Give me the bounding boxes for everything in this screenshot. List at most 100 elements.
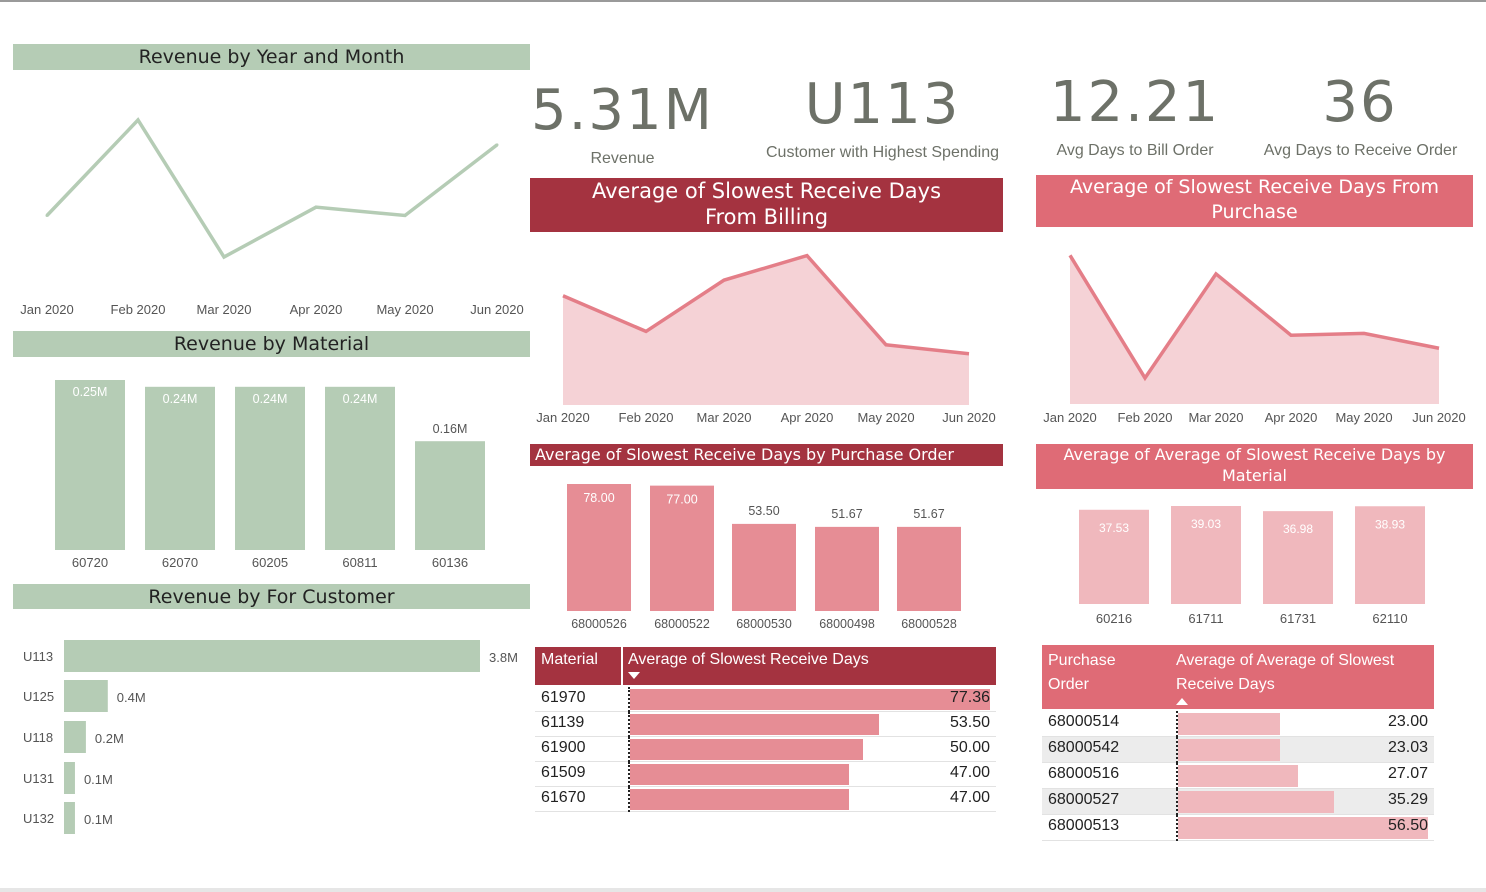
revenue-by-month-chart[interactable]: Jan 2020 Feb 2020 Mar 2020 Apr 2020 May 2020… <box>0 72 540 322</box>
material-revenue-bar <box>235 386 305 550</box>
row-key-cell: 68000514 <box>1048 713 1120 730</box>
area-fill <box>563 255 969 405</box>
x-tick-label: 60136 <box>432 555 468 570</box>
row-key-cell: 61970 <box>541 689 586 706</box>
bar-value-label: 0.1M <box>84 772 113 787</box>
revenue-by-month-title: Revenue by Year and Month <box>13 44 530 70</box>
material-revenue-bar <box>55 380 125 550</box>
x-tick-label: May 2020 <box>857 410 914 425</box>
revenue-point <box>45 213 49 217</box>
bar-value-label: 77.00 <box>666 493 697 507</box>
x-tick-label: Feb 2020 <box>619 410 674 425</box>
table-row[interactable]: 68000513 56.50 <box>1042 815 1434 841</box>
bar-value-label: 0.24M <box>253 392 288 406</box>
kpi-days-to-receive-value: 36 <box>1322 70 1398 135</box>
data-bar-axis <box>1176 711 1178 737</box>
x-tick-label: Jan 2020 <box>1043 410 1097 425</box>
x-tick-label: Apr 2020 <box>290 302 343 317</box>
data-bar <box>630 689 990 710</box>
purchase-order-table[interactable]: Purchase Order Average of Average of Slo… <box>1042 645 1434 845</box>
customer-revenue-bar <box>64 721 86 753</box>
row-value-cell: 47.00 <box>949 789 990 806</box>
kpi-days-to-bill-value: 12.21 <box>1049 70 1221 135</box>
table-row[interactable]: 68000527 35.29 <box>1042 789 1434 815</box>
table-row[interactable]: 61970 77.36 <box>535 687 996 712</box>
revenue-by-material-title: Revenue by Material <box>13 331 530 357</box>
data-bar <box>630 764 849 785</box>
row-value-cell: 47.00 <box>949 764 990 781</box>
revenue-by-customer-title: Revenue by For Customer <box>13 584 530 609</box>
bar-value-label: 51.67 <box>913 507 944 521</box>
table-row[interactable]: 61139 53.50 <box>535 712 996 737</box>
y-tick-label: U118 <box>23 730 53 745</box>
material-table[interactable]: Material Average of Slowest Receive Days… <box>535 647 997 817</box>
sort-desc-icon[interactable] <box>628 672 640 680</box>
slowest-by-po-chart[interactable]: 78.00 68000526 77.00 68000522 53.50 68000530 5… <box>525 470 1010 635</box>
bar-value-label: 78.00 <box>583 491 614 505</box>
slowest-from-billing-chart[interactable]: Jan 2020 Feb 2020 Mar 2020 Apr 2020 May 2020… <box>525 240 1010 435</box>
x-tick-label: 61711 <box>1188 611 1223 626</box>
table-row[interactable]: 68000516 27.07 <box>1042 763 1434 789</box>
row-key-cell: 61900 <box>541 739 586 756</box>
x-tick-label: 68000522 <box>654 617 710 631</box>
revenue-point <box>314 205 318 209</box>
row-key-cell: 68000542 <box>1048 739 1120 756</box>
x-tick-label: Jun 2020 <box>1412 410 1466 425</box>
revenue-point <box>495 143 499 147</box>
slowest-by-po-title: Average of Slowest Receive Days by Purch… <box>530 444 1003 466</box>
area-fill <box>1070 255 1439 404</box>
bar-value-label: 0.24M <box>343 392 378 406</box>
row-value-cell: 77.36 <box>949 689 990 706</box>
po-days-bar <box>897 526 961 611</box>
x-tick-label: 68000526 <box>571 617 627 631</box>
row-value-cell: 50.00 <box>949 739 990 756</box>
customer-revenue-bar <box>64 802 75 834</box>
po-table-header: Purchase Order Average of Average of Slo… <box>1042 645 1434 709</box>
table-row[interactable]: 68000514 23.00 <box>1042 711 1434 737</box>
table-row[interactable]: 61670 47.00 <box>535 787 996 812</box>
avg-slowest-by-material-title: Average of Average of Slowest Receive Da… <box>1036 444 1473 489</box>
y-tick-label: U132 <box>23 811 54 826</box>
x-tick-label: 68000528 <box>901 617 957 631</box>
bottom-scrollbar[interactable] <box>0 888 1486 892</box>
data-bar <box>630 789 849 810</box>
x-tick-label: 61731 <box>1280 611 1316 626</box>
data-bar <box>630 739 863 760</box>
avg-slowest-by-material-chart[interactable]: 37.53 60216 39.03 61711 36.98 61731 38.93 62110 <box>1036 495 1476 635</box>
row-value-cell: 53.50 <box>949 714 990 731</box>
material-column-header[interactable]: Material <box>541 651 598 669</box>
customer-revenue-bar <box>64 680 108 712</box>
row-value-cell: 56.50 <box>1387 817 1428 834</box>
bar-value-label: 36.98 <box>1283 522 1313 536</box>
data-bar-axis <box>628 762 630 787</box>
revenue-by-customer-chart[interactable]: U113 3.8M U125 0.4M U118 0.2M U131 0.1M U132 0.1M <box>0 620 540 850</box>
data-bar <box>1178 713 1280 735</box>
row-value-cell: 23.00 <box>1387 713 1428 730</box>
y-tick-label: U113 <box>23 649 53 664</box>
po-column-header[interactable]: Purchase Order <box>1048 649 1158 697</box>
sort-asc-icon[interactable] <box>1176 698 1188 706</box>
table-row[interactable]: 68000542 23.03 <box>1042 737 1434 763</box>
avg-slowest-days-column-header[interactable]: Average of Average of Slowest Receive Da… <box>1176 649 1431 697</box>
data-bar <box>1178 791 1335 813</box>
bar-value-label: 0.16M <box>433 422 468 436</box>
revenue-by-material-chart[interactable]: 0.25M 60720 0.24M 62070 0.24M 60205 0.24M 60811… <box>0 360 540 575</box>
column-divider <box>621 647 623 685</box>
po-days-bar <box>815 526 879 611</box>
customer-revenue-bar <box>64 640 480 672</box>
x-tick-label: May 2020 <box>1335 410 1392 425</box>
revenue-line <box>45 117 499 260</box>
bar-value-label: 38.93 <box>1375 517 1405 531</box>
revenue-point <box>403 213 407 217</box>
bar-value-label: 51.67 <box>831 507 862 521</box>
x-tick-label: Mar 2020 <box>197 302 252 317</box>
x-tick-label: 60205 <box>252 555 288 570</box>
table-row[interactable]: 61900 50.00 <box>535 737 996 762</box>
bar-value-label: 0.24M <box>163 392 198 406</box>
data-bar-axis <box>628 712 630 737</box>
slowest-days-column-header[interactable]: Average of Slowest Receive Days <box>628 651 869 669</box>
slowest-from-purchase-chart[interactable]: Jan 2020 Feb 2020 Mar 2020 Apr 2020 May 2020… <box>1030 236 1480 431</box>
table-row[interactable]: 61509 47.00 <box>535 762 996 787</box>
x-tick-label: Feb 2020 <box>1118 410 1173 425</box>
y-tick-label: U131 <box>23 771 54 786</box>
